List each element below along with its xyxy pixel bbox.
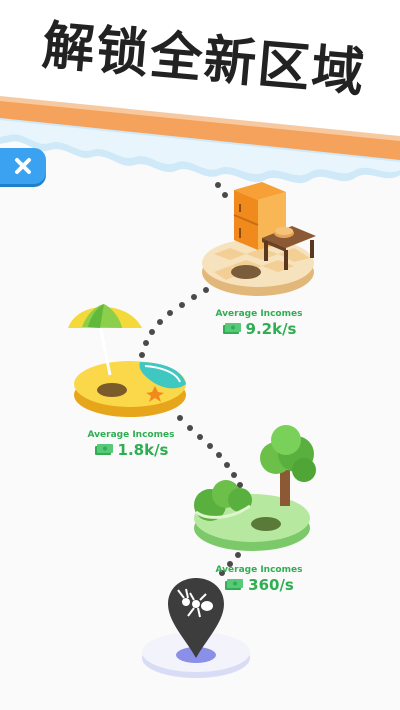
beach-area-island[interactable] [68, 304, 186, 417]
income-label: Average Incomes [87, 430, 175, 440]
close-icon [15, 158, 31, 174]
forest-income: Average Incomes 360/s [199, 565, 319, 594]
income-value: 9.2k/s [245, 320, 297, 338]
income-label: Average Incomes [215, 309, 303, 319]
money-icon [94, 444, 113, 455]
forest-area-island[interactable] [194, 425, 316, 551]
income-label: Average Incomes [215, 565, 303, 575]
close-button[interactable] [0, 148, 46, 184]
kitchen-income: Average Incomes 9.2k/s [199, 309, 319, 338]
tree-icon [260, 425, 316, 506]
money-icon [222, 323, 241, 334]
kitchen-area-island[interactable] [202, 182, 316, 296]
beach-income: Average Incomes 1.8k/s [71, 430, 191, 459]
game-map: 解锁全新区域 Average Incomes 9.2k/s Average In… [0, 0, 400, 710]
income-value: 360/s [248, 576, 294, 594]
money-icon [225, 579, 244, 590]
income-value: 1.8k/s [117, 441, 169, 459]
